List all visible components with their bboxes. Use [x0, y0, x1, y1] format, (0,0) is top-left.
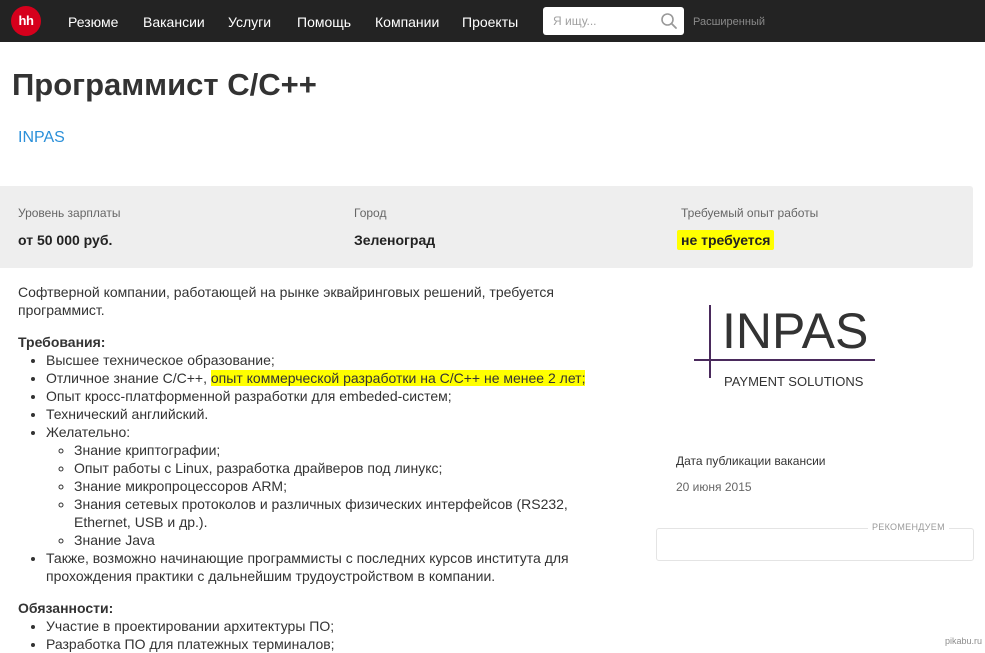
list-item-text: Отличное знание C/C++,: [46, 370, 211, 386]
logo-text: INPAS: [722, 303, 868, 359]
recommended-box: [656, 528, 974, 561]
search-box: [543, 7, 684, 35]
list-item: Опыт работы с Linux, разработка драйверо…: [74, 459, 608, 477]
list-item: Разработка ПО для платежных терминалов;: [46, 635, 608, 653]
hh-logo[interactable]: hh: [11, 6, 41, 36]
list-item: Знание Java: [74, 531, 608, 549]
salary-value: от 50 000 руб.: [18, 232, 113, 248]
highlighted-text: опыт коммерческой разработки на C/C++ не…: [210, 370, 586, 386]
nav-item-companies[interactable]: Компании: [375, 0, 439, 42]
nav-item-resume[interactable]: Резюме: [68, 0, 118, 42]
search-icon[interactable]: [660, 12, 678, 30]
experience-value: не требуется: [677, 230, 775, 250]
nav-item-projects[interactable]: Проекты: [462, 0, 518, 42]
salary-label: Уровень зарплаты: [18, 206, 121, 220]
list-item-text: Желательно:: [46, 424, 131, 440]
list-item: Отличное знание C/C++, опыт коммерческой…: [46, 369, 608, 387]
list-item: Опыт кросс-платформенной разработки для …: [46, 387, 608, 405]
watermark: pikabu.ru: [944, 636, 982, 646]
advanced-search-link[interactable]: Расширенный: [693, 0, 765, 42]
vacancy-info-band: Уровень зарплаты от 50 000 руб. Город Зе…: [0, 186, 973, 268]
top-navigation-bar: hh Резюме Вакансии Услуги Помощь Компани…: [0, 0, 985, 42]
list-item: Технический английский.: [46, 405, 608, 423]
list-item: Знания сетевых протоколов и различных фи…: [74, 495, 608, 531]
list-item: Желательно: Знание криптографии; Опыт ра…: [46, 423, 608, 549]
company-logo[interactable]: INPAS PAYMENT SOLUTIONS: [690, 300, 880, 395]
experience-highlight: не требуется: [677, 230, 775, 250]
logo-subtitle: PAYMENT SOLUTIONS: [724, 374, 864, 389]
list-item: Участие в проектировании архитектуры ПО;: [46, 617, 608, 635]
duties-list: Участие в проектировании архитектуры ПО;…: [18, 617, 608, 653]
list-item: Также, возможно начинающие программисты …: [46, 549, 608, 585]
requirements-list: Высшее техническое образование; Отличное…: [18, 351, 608, 585]
nav-item-help[interactable]: Помощь: [297, 0, 351, 42]
recommended-label: РЕКОМЕНДУЕМ: [868, 522, 949, 532]
requirements-heading: Требования:: [18, 334, 106, 350]
company-link[interactable]: INPAS: [18, 129, 65, 147]
experience-label: Требуемый опыт работы: [681, 206, 819, 220]
publication-label: Дата публикации вакансии: [676, 454, 826, 468]
nav-item-vacancies[interactable]: Вакансии: [143, 0, 205, 42]
city-label: Город: [354, 206, 387, 220]
vacancy-description: Софтверной компании, работающей на рынке…: [18, 283, 608, 653]
list-item: Знание микропроцессоров ARM;: [74, 477, 608, 495]
list-item: Высшее техническое образование;: [46, 351, 608, 369]
duties-heading: Обязанности:: [18, 600, 114, 616]
nav-item-services[interactable]: Услуги: [228, 0, 271, 42]
city-value: Зеленоград: [354, 232, 436, 248]
intro-text: Софтверной компании, работающей на рынке…: [18, 284, 554, 318]
search-input[interactable]: [543, 7, 663, 35]
desirable-list: Знание криптографии; Опыт работы с Linux…: [46, 441, 608, 549]
publication-date: 20 июня 2015: [676, 480, 752, 494]
vacancy-title: Программист C/C++: [12, 67, 317, 102]
list-item: Знание криптографии;: [74, 441, 608, 459]
